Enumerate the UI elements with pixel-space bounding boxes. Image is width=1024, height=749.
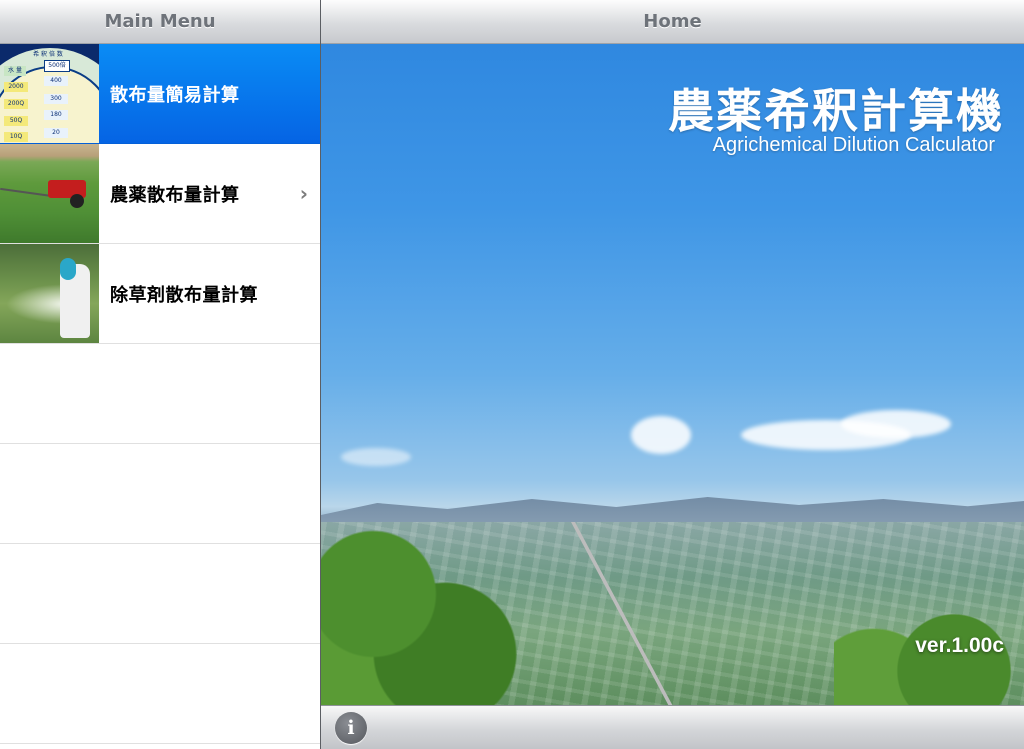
home-title: Home [643, 11, 702, 32]
chart-thumb-value-2: 180 [44, 110, 68, 120]
main-menu-title: Main Menu [104, 11, 216, 32]
chart-thumb-water-1: 200Q [4, 99, 28, 109]
herbicide-spraying-icon [0, 244, 99, 343]
menu-item-herbicide-spray-calc[interactable]: 除草剤散布量計算 [0, 244, 320, 344]
chart-thumb-left-label: 水 量 [4, 66, 26, 76]
trees [321, 514, 541, 705]
empty-row [0, 344, 320, 444]
empty-row [0, 444, 320, 544]
app-title: 農薬希釈計算機 [668, 84, 1004, 138]
detail-pane: Home 農薬希釈計算機 Agrichemical Dilution Calcu… [321, 0, 1024, 749]
cloud [631, 416, 691, 454]
menu-item-simple-spray-calc[interactable]: 希 釈 倍 数 水 量 500倍 2000 400 200Q 300 50Q 1… [0, 44, 320, 144]
chart-thumb-col-header: 500倍 [44, 60, 70, 72]
master-pane: Main Menu 希 釈 倍 数 水 量 500倍 2000 400 200Q… [0, 0, 320, 749]
chart-thumb-value-1: 300 [44, 94, 68, 104]
cloud [341, 448, 411, 466]
chart-thumb-water-0: 2000 [4, 82, 28, 92]
chart-thumb-header: 希 釈 倍 数 [33, 51, 63, 58]
menu-list[interactable]: 希 釈 倍 数 水 量 500倍 2000 400 200Q 300 50Q 1… [0, 44, 320, 744]
app-subtitle: Agrichemical Dilution Calculator [712, 134, 995, 156]
menu-item-label: 散布量簡易計算 [110, 84, 240, 106]
empty-row [0, 544, 320, 644]
info-button[interactable]: i [335, 712, 367, 744]
chart-thumb-value-0: 400 [44, 76, 68, 86]
home-navbar: Home [321, 0, 1024, 44]
dilution-chart-icon: 希 釈 倍 数 水 量 500倍 2000 400 200Q 300 50Q 1… [0, 44, 99, 143]
empty-row [0, 644, 320, 744]
hero-landscape-image: 農薬希釈計算機 Agrichemical Dilution Calculator… [321, 44, 1024, 705]
tractor-spraying-icon [0, 144, 99, 243]
bottom-toolbar: i [321, 705, 1024, 749]
menu-item-label: 農薬散布量計算 [110, 184, 240, 206]
chart-thumb-water-2: 50Q [4, 116, 28, 126]
menu-item-label: 除草剤散布量計算 [110, 284, 258, 306]
cloud [841, 410, 951, 438]
chart-thumb-value-3: 20 [44, 128, 68, 138]
info-icon: i [347, 717, 355, 739]
main-menu-navbar: Main Menu [0, 0, 320, 44]
chart-thumb-water-3: 10Q [4, 132, 28, 142]
version-label: ver.1.00c [915, 634, 1004, 657]
menu-item-pesticide-spray-calc[interactable]: 農薬散布量計算 › [0, 144, 320, 244]
chevron-right-icon: › [299, 181, 308, 206]
